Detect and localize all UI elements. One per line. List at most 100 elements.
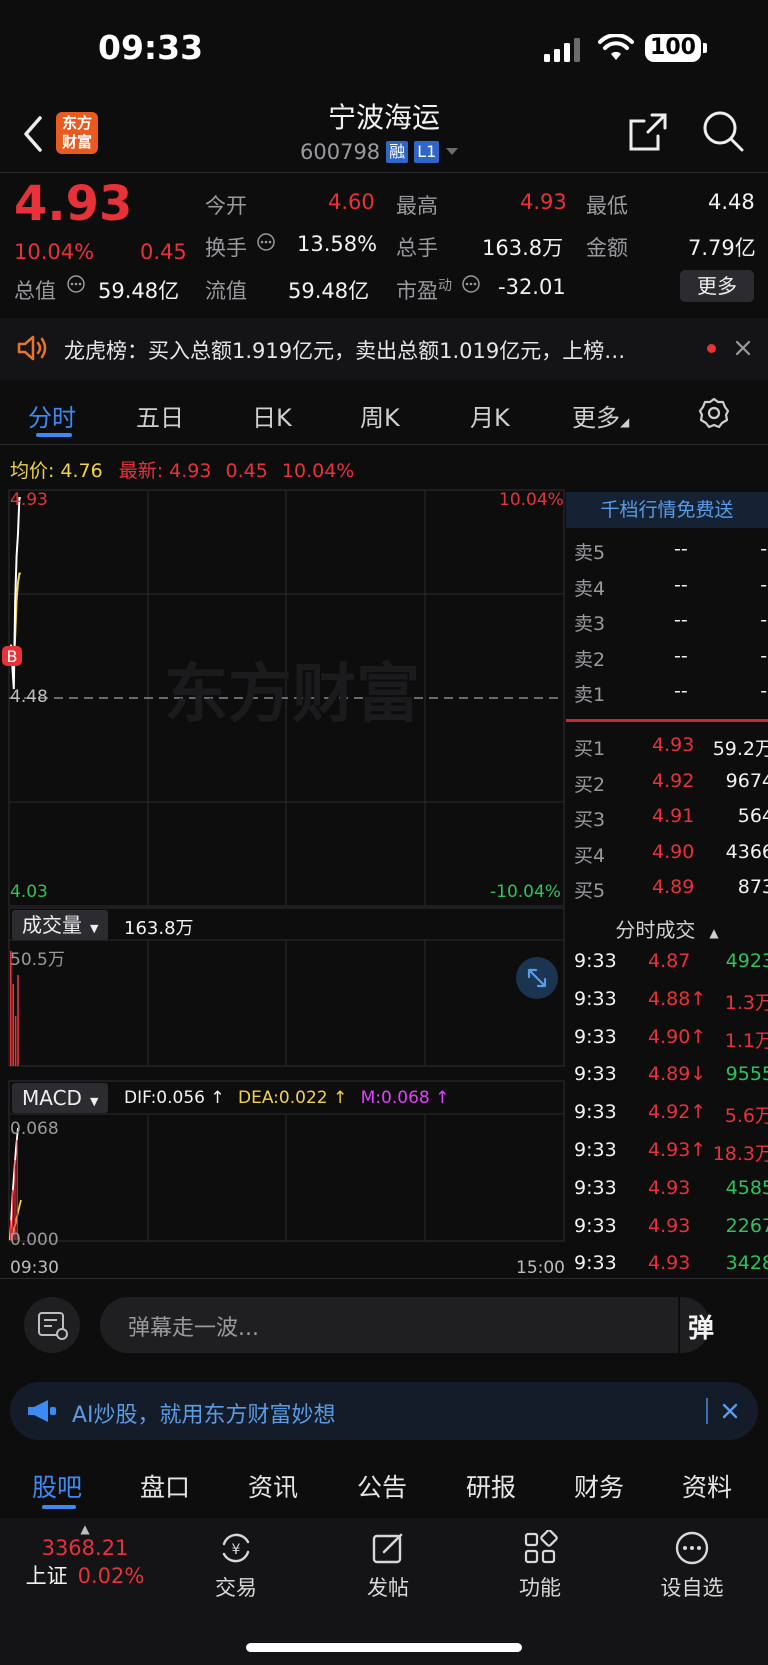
- tabs-divider: [0, 444, 768, 445]
- tick-row[interactable]: 9:33 4.93 2267: [574, 1215, 768, 1243]
- tab-financials[interactable]: 财务: [574, 1468, 624, 1504]
- tick-time: 9:33: [574, 1176, 617, 1199]
- tab-guba[interactable]: 股吧: [32, 1468, 82, 1504]
- close-icon[interactable]: [735, 340, 751, 356]
- tick-time: 9:33: [574, 950, 617, 972]
- volume-indicator-select[interactable]: 成交量 ▼: [12, 910, 109, 940]
- danmu-settings-button[interactable]: [24, 1297, 80, 1353]
- ai-banner[interactable]: AI炒股，就用东方财富妙想: [10, 1382, 758, 1440]
- turnover-value: 13.58%: [297, 232, 378, 256]
- tick-price: 4.90↑: [648, 1025, 707, 1048]
- stock-code-row[interactable]: 600798 融 L1: [300, 140, 459, 164]
- bid-row[interactable]: 买4 4.90 4366: [574, 841, 768, 869]
- ticks-title[interactable]: 分时成交 ▲: [566, 914, 768, 943]
- search-icon[interactable]: [702, 110, 744, 152]
- bid-price: 4.91: [652, 805, 695, 827]
- tab-research[interactable]: 研报: [466, 1468, 516, 1504]
- ask-row[interactable]: 卖4 -- --: [574, 574, 768, 602]
- tick-price: 4.88↑: [648, 987, 707, 1010]
- ask-row[interactable]: 卖2 -- --: [574, 645, 768, 673]
- danmu-settings-icon: [38, 1312, 68, 1340]
- tab-pankou[interactable]: 盘口: [140, 1468, 190, 1504]
- book-divider: [566, 719, 768, 722]
- nav-post-label: 发帖: [367, 1576, 409, 1600]
- danmu-placeholder: 弹幕走一波...: [128, 1316, 259, 1341]
- bid-label: 买2: [574, 773, 606, 796]
- dropdown-icon[interactable]: [445, 147, 459, 157]
- ask-volume: --: [760, 538, 768, 560]
- tick-price: 4.89↓: [648, 1063, 707, 1086]
- tick-row[interactable]: 9:33 4.92↑ 5.6万: [574, 1101, 768, 1129]
- bid-price: 4.90: [652, 840, 695, 863]
- nav-trade[interactable]: ¥ 交易: [186, 1530, 286, 1602]
- tick-row[interactable]: 9:33 4.90↑ 1.1万: [574, 1026, 768, 1054]
- tick-time: 9:33: [574, 1063, 617, 1086]
- tab-daily-k[interactable]: 日K: [252, 398, 292, 433]
- info-dots-icon[interactable]: [461, 274, 481, 294]
- bid-label: 买3: [574, 809, 606, 831]
- index-value: 3368.21: [41, 1536, 129, 1560]
- header-divider: [0, 172, 768, 173]
- bid-row[interactable]: 买2 4.92 9674: [574, 770, 768, 798]
- bottom-tab-indicator: [42, 1505, 76, 1509]
- danmu-send-button[interactable]: 弹: [688, 1308, 714, 1345]
- unread-dot: [707, 344, 716, 353]
- tab-profile[interactable]: 资料: [682, 1468, 732, 1504]
- bid-row[interactable]: 买3 4.91 564: [574, 805, 768, 833]
- nav-post[interactable]: 发帖: [338, 1530, 438, 1602]
- info-dots-icon[interactable]: [66, 274, 86, 294]
- tab-news[interactable]: 资讯: [248, 1468, 298, 1504]
- bid-row[interactable]: 买1 4.93 59.2万: [574, 734, 768, 762]
- volume-max-tick: 50.5万: [10, 950, 65, 970]
- tick-row[interactable]: 9:33 4.89↓ 9555: [574, 1063, 768, 1091]
- notice-text[interactable]: 龙虎榜：买入总额1.919亿元，卖出总额1.019亿元，上榜…: [64, 335, 694, 365]
- battery-indicator: 100: [645, 34, 707, 62]
- bid-label: 买1: [574, 738, 606, 760]
- more-quote-button[interactable]: 更多: [680, 270, 754, 302]
- tick-row[interactable]: 9:33 4.93 4585: [574, 1177, 768, 1205]
- tick-price: 4.93: [648, 1252, 691, 1275]
- tab-monthly-k[interactable]: 月K: [470, 398, 510, 433]
- tick-row[interactable]: 9:33 4.88↑ 1.3万: [574, 988, 768, 1016]
- tick-row[interactable]: 9:33 4.87 4923: [574, 950, 768, 978]
- tick-row[interactable]: 9:33 4.93↑ 18.3万: [574, 1139, 768, 1167]
- macd-indicator-select[interactable]: MACD ▼: [12, 1083, 109, 1113]
- info-dots-icon[interactable]: [256, 232, 276, 252]
- mktcap-value: 59.48亿: [98, 279, 180, 303]
- tab-announcements[interactable]: 公告: [357, 1468, 407, 1504]
- amount-label: 金额: [586, 236, 628, 260]
- buy-marker[interactable]: B: [2, 646, 22, 666]
- pe-value: -32.01: [498, 275, 566, 299]
- share-icon[interactable]: [628, 112, 668, 152]
- ask-row[interactable]: 卖1 -- --: [574, 680, 768, 708]
- tick-row[interactable]: 9:33 4.93 3428: [574, 1252, 768, 1280]
- danmu-input[interactable]: 弹幕走一波... 弹: [100, 1297, 714, 1353]
- nav-functions[interactable]: 功能: [490, 1530, 590, 1602]
- tab-five-day[interactable]: 五日: [136, 398, 184, 433]
- tick-price: 4.87: [648, 950, 691, 972]
- bid-price: 4.89: [652, 876, 695, 898]
- speaker-icon: [17, 335, 47, 361]
- settings-gear-icon[interactable]: [698, 397, 730, 429]
- tab-weekly-k[interactable]: 周K: [360, 398, 400, 433]
- ask-label: 卖4: [574, 577, 606, 600]
- bid-row[interactable]: 买5 4.89 873: [574, 876, 768, 904]
- tab-more[interactable]: 更多◢: [572, 398, 629, 433]
- expand-chart-button[interactable]: [516, 957, 558, 999]
- ask-row[interactable]: 卖3 -- --: [574, 609, 768, 637]
- home-indicator: [246, 1643, 522, 1652]
- y-tick-mid: 4.48: [10, 687, 48, 707]
- tick-volume: 2267: [725, 1214, 768, 1237]
- ask-row[interactable]: 卖5 -- --: [574, 538, 768, 566]
- bid-volume: 9674: [725, 769, 768, 792]
- status-time: 09:33: [98, 28, 204, 67]
- index-widget[interactable]: ▲ 3368.21 上证 0.02%: [10, 1522, 160, 1606]
- nav-watchlist[interactable]: 设自选: [642, 1530, 742, 1602]
- intraday-chart[interactable]: 东方财富 B: [0, 488, 566, 1278]
- tick-volume: 3428: [725, 1252, 768, 1275]
- tab-intraday[interactable]: 分时: [28, 398, 76, 433]
- macd-histogram-bar: [16, 1140, 18, 1240]
- level2-promo-banner[interactable]: 千档行情免费送: [566, 492, 768, 528]
- close-icon[interactable]: [722, 1403, 738, 1419]
- expand-icon: [527, 968, 547, 988]
